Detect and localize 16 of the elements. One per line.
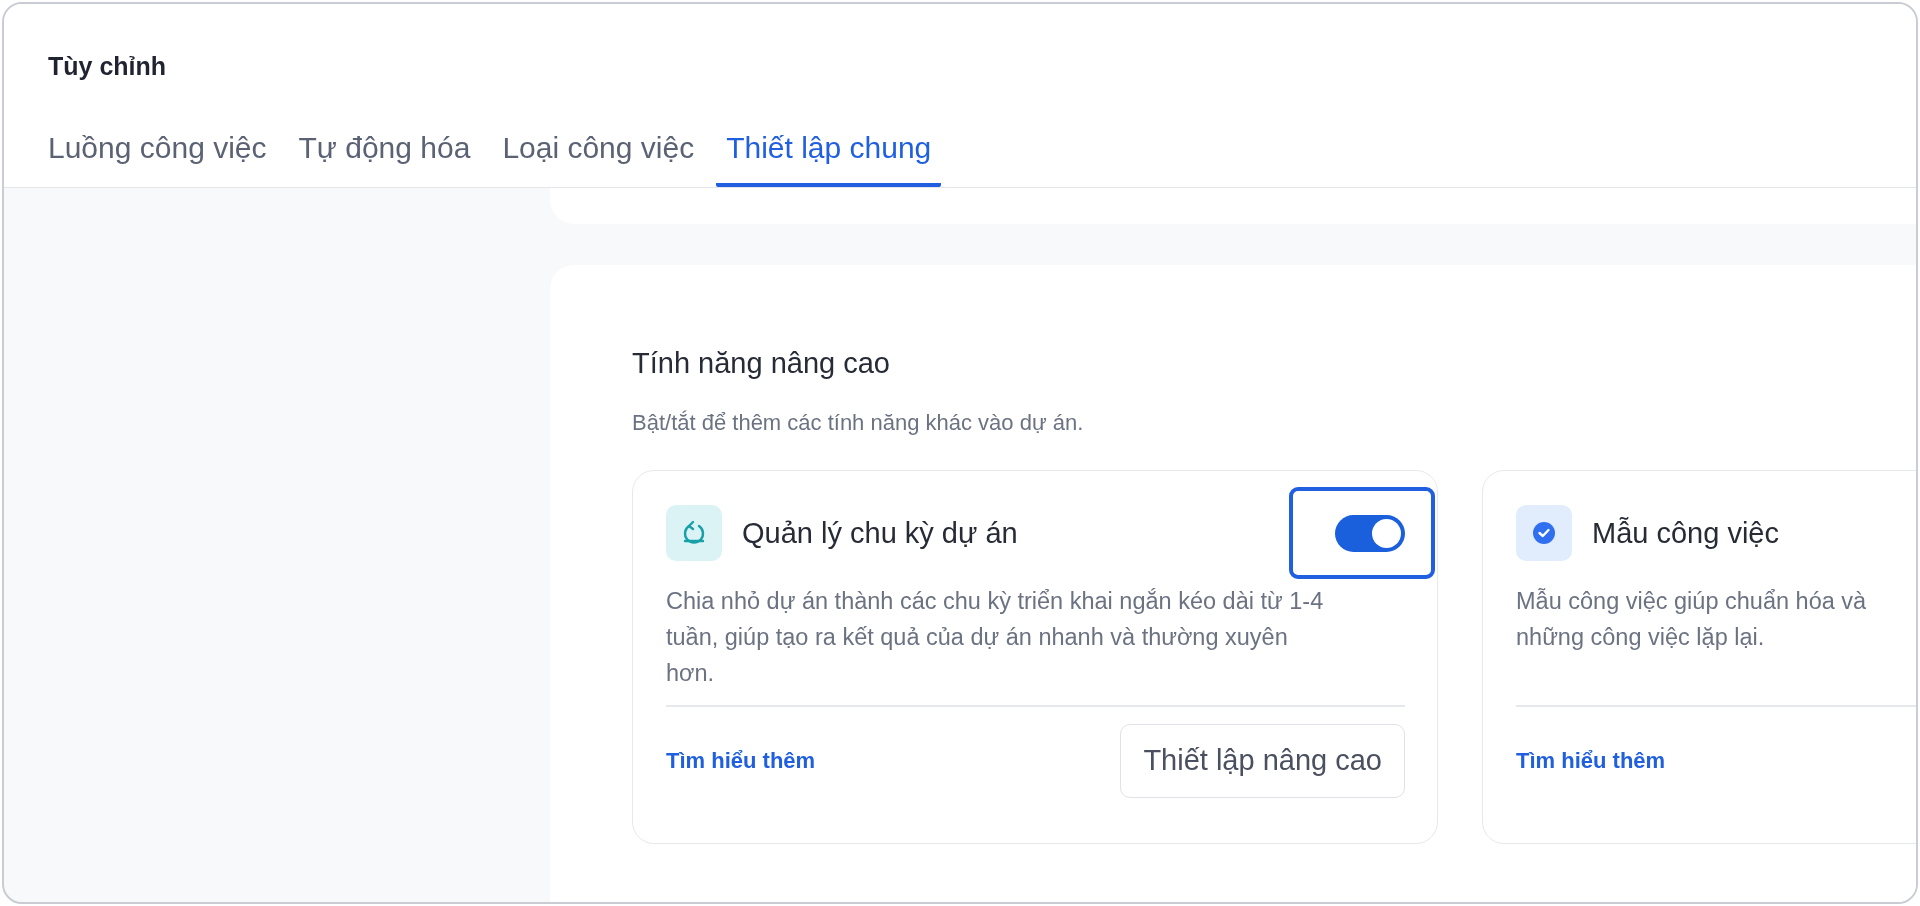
check-icon — [1516, 505, 1572, 561]
tab[interactable]: Luồng công việc — [38, 131, 277, 187]
learn-more-link[interactable]: Tìm hiểu thêm — [666, 747, 816, 774]
advanced-settings-button[interactable]: Thiết lập nâng cao — [1120, 723, 1405, 798]
feature-title: Mẫu công việc — [1592, 516, 1780, 550]
section-title: Tính năng nâng cao — [632, 347, 891, 380]
toggle-switch[interactable] — [1335, 514, 1405, 552]
page-title: Tùy chỉnh — [48, 52, 168, 81]
cycle-icon — [666, 505, 722, 561]
feature-description: Mẫu công việc giúp chuẩn hóa và những công việc lặp lại. — [1516, 587, 1868, 652]
section-subtitle: Bật/tắt để thêm các tính năng khác vào dự án. — [632, 410, 1085, 436]
feature-description: Chia nhỏ dự án thành các chu kỳ triển khai ngắn kéo dài từ 1-4 tuần, giúp tạo ra kết quả của dự án nhanh và thường xuyên hơn. — [666, 587, 1325, 688]
tab[interactable]: Tự động hóa — [288, 131, 481, 187]
learn-more-link[interactable]: Tìm hiểu thêm — [1516, 747, 1666, 774]
tab[interactable]: Loại công việc — [492, 131, 705, 187]
feature-title: Quản lý chu kỳ dự án — [742, 516, 1019, 550]
